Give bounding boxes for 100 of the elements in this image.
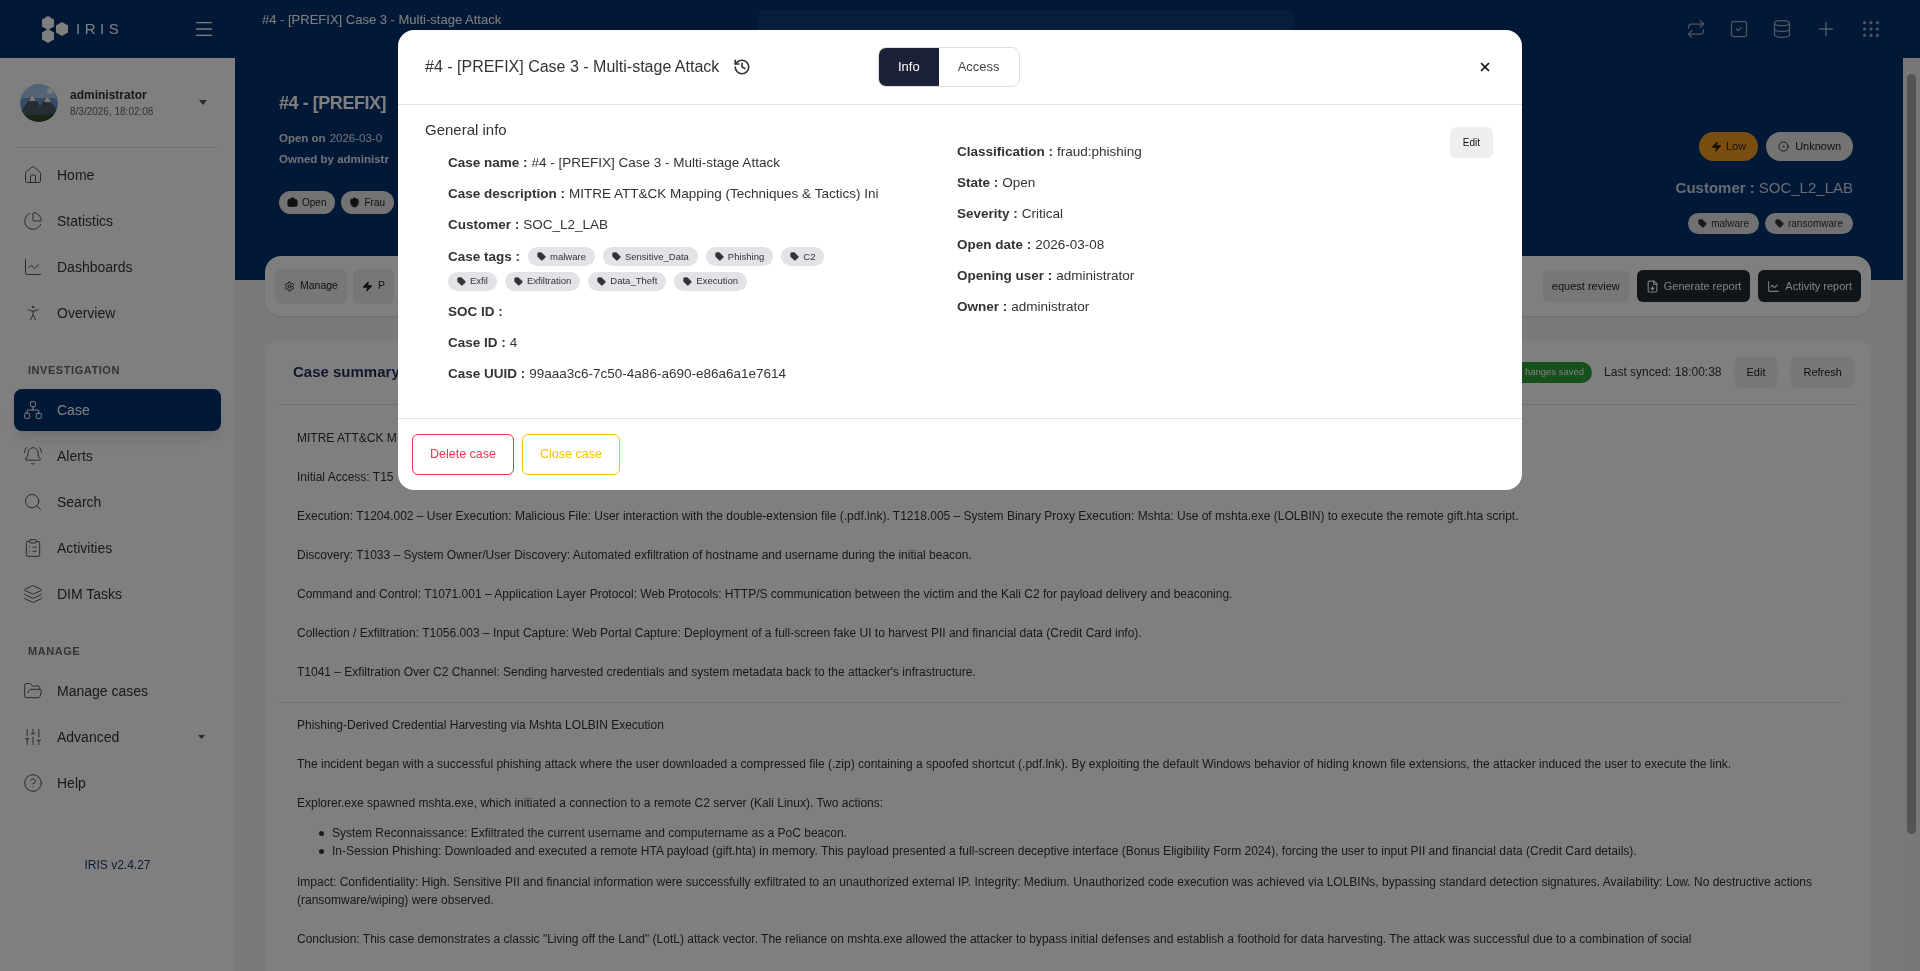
summary-paragraph: Conclusion: This case demonstrates a classic "Living off the Land" (LotL) attack vector. The reliance on mshta.exe allowed the attacker to bypass initial defenses and establish a foothold for data harvesting. The attack was successful due to a combination of social [297,931,1692,948]
delete-button[interactable]: Delete case [412,433,514,475]
field-label: Open date : [957,236,1032,255]
sidebar-item[interactable]: Home [14,154,221,196]
sidebar-item[interactable]: Manage cases [14,670,221,712]
field-value: fraud:phishing [1057,143,1142,162]
summary-paragraph: MITRE ATT&CK M [297,430,397,447]
tag-icon [683,276,693,286]
sidebar-item[interactable]: DIM Tasks [14,573,221,615]
tag-chip: Data_Theft [588,271,667,291]
field-label: SOC ID : [448,303,503,322]
tag-icon [1774,218,1784,228]
edit-button[interactable]: Edit [1733,356,1779,388]
history-icon[interactable] [733,58,752,76]
sidebar-item[interactable]: Advanced [14,716,221,758]
logo-icon [40,15,70,43]
summary-paragraph: T1041 – Exfiltration Over C2 Channel: Sending harvested credentials and system metadata back to the attacker's infrastructure. [297,664,976,681]
toolbar-button[interactable]: Generate report [1636,270,1751,302]
sidebar-item[interactable]: Help [14,762,221,804]
bolt-icon [361,280,373,292]
tag-icon [457,276,466,286]
tag-icon [714,252,724,262]
status-badge: Open [279,190,336,214]
summary-paragraph: Phishing-Derived Credential Harvesting via Mshta LOLBIN Execution [297,717,664,734]
version-label: IRIS v2.4.27 [84,857,151,874]
toolbar-button[interactable]: P [352,268,394,304]
field-label: Case tags : [448,247,521,266]
summary-paragraph: Collection / Exfiltration: T1056.003 – Input Capture: Web Portal Capture: Deployment of a full-screen fake UI to harvest PII and financial data (Credit Card info). [297,625,1142,642]
summary-paragraph: Discovery: T1033 – System Owner/User Discovery: Automated exfiltration of hostname and username during the initial beacon. [297,547,972,564]
list-item-text: In-Session Phishing: Downloaded and executed a remote HTA payload (gift.hta) in memory. This payload presented a full-screen deceptive interface (Bonus Eligibility Form 2024), forcing the user to input PII and financial data (Credit Card details). [332,843,1637,860]
field-label: Case name : [448,153,528,172]
sidebar-item[interactable]: Search [14,481,221,523]
refresh-button[interactable]: Refresh [1790,356,1855,388]
tag-icon [790,252,800,262]
summary-paragraph: The incident began with a successful phishing attack where the user downloaded a compressed file (.zip) containing a spoofed shortcut (.pdf.lnk). By exploiting the default Windows behavior of hiding known file extensions, the attacker induced the user to execute the link. [297,756,1732,773]
toolbar-button[interactable]: Activity report [1758,270,1861,302]
field-value: 99aaa3c6-7c50-4a86-a690-e86a6a1e7614 [529,365,786,384]
caret-icon[interactable] [199,100,207,105]
tag-icon [513,276,523,286]
field-label: Case ID : [448,334,506,353]
summary-paragraph: Explorer.exe spawned mshta.exe, which initiated a connection to a remote C2 server (Kali Linux). Two actions: [297,795,884,812]
status-badge: Unknown [1766,132,1853,161]
field-value: 2026-03-08 [1035,236,1105,255]
dialog-tab[interactable]: Info [879,48,939,86]
tag-icon [1698,218,1708,228]
grid-icon[interactable] [1860,18,1882,40]
field-value: administrator [1011,298,1090,317]
sidebar-item[interactable]: Statistics [14,200,221,242]
tag-chip: malware [528,247,595,267]
tag-chip: Execution [674,271,748,291]
tag-chip: Sensitive_Data [602,247,698,267]
field-label: Case UUID : [448,365,526,384]
field-value: SOC_L2_LAB [523,215,609,234]
bell-icon [23,446,43,466]
tag-icon [597,276,607,286]
summary-paragraph: Impact: Confidentiality: High. Sensitive PII and financial information were successfully exfiltrated to an unauthorized external IP. Integrity: Medium. Unauthorized code execution was achieved via LOLBINs, bypassing standard detection signatures. Availability: Low. No destructive actions (ransomware/wiping) were observed. [297,874,1814,909]
field-value: Critical [1021,205,1064,224]
field-value: 4 [509,334,518,353]
field-label: Owner : [957,298,1008,317]
tag-chip: Exfil [448,271,497,291]
checkbox-icon[interactable] [1729,19,1749,39]
close-icon[interactable] [1478,60,1492,74]
open-date-value: 2026-03-0 [329,131,383,146]
network-icon [23,400,43,420]
field-label: Case description : [448,184,566,203]
sidebar-item[interactable]: Dashboards [14,246,221,288]
summary-paragraph: Execution: T1204.002 – User Execution: Malicious File: User interaction with the double-extension file (.pdf.lnk). T1218.005 – System Binary Proxy Execution: Mshta: Use of mshta.exe (LOLBIN) to execute the remote gift.hta script. [297,508,1519,525]
card-title: Case summary [293,361,400,382]
edit-button[interactable]: Edit [1449,127,1493,158]
sidebar-item[interactable]: Case [14,389,221,431]
sidebar-item[interactable]: Overview [14,292,221,334]
field-value: Open [1002,174,1036,193]
field-label: Severity : [957,205,1018,224]
customer-value: SOC_L2_LAB [1758,178,1853,198]
sidebar-item[interactable]: Alerts [14,435,221,477]
sync-icon[interactable] [1686,19,1706,39]
bolt-icon [1710,141,1722,152]
database-icon[interactable] [1772,19,1792,39]
toolbar-button[interactable]: equest review [1542,270,1629,302]
toolbar-button[interactable]: Manage [275,268,347,304]
tag-chip: malware [1688,212,1759,234]
scrollbar[interactable] [1903,58,1920,971]
field-value: #4 - [PREFIX] Case 3 - Multi-stage Attack [531,153,780,172]
line-chart-icon [23,257,43,277]
shield-icon [349,196,361,208]
tag-chip: Phishing [705,247,774,267]
field-value: MITRE ATT&CK Mapping (Techniques & Tactics) Ini [569,184,879,203]
section-heading: MANAGE [28,643,81,659]
status-badge: Frau [341,190,395,214]
help-icon [23,773,43,793]
briefcase-icon [287,196,298,208]
tag-chip: Exfiltration [504,271,581,291]
tag-icon [611,252,621,262]
list-item-text: System Reconnaissance: Exfiltrated the current username and computername as a PoC beacon. [332,825,847,842]
pie-chart-icon [23,211,43,231]
section-title: General info [425,120,508,140]
login-time: 8/3/2026, 18:02:08 [70,105,155,119]
section-heading: INVESTIGATION [28,362,120,378]
sidebar-item[interactable]: Activities [14,527,221,569]
home-icon [23,165,43,185]
